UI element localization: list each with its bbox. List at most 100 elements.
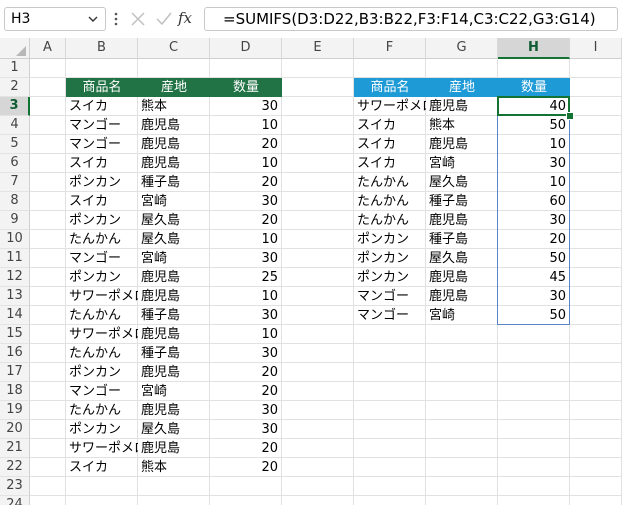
left-table-cell[interactable]: 10 (210, 154, 282, 173)
column-header-c[interactable]: C (138, 38, 210, 59)
row-header-6[interactable]: 6 (0, 154, 30, 173)
left-table-cell[interactable]: マンゴー (66, 382, 138, 401)
left-table-cell[interactable]: 20 (210, 173, 282, 192)
left-table-cell[interactable]: 屋久島 (138, 211, 210, 230)
left-table-cell[interactable]: 屋久島 (138, 230, 210, 249)
left-table-cell[interactable]: 鹿児島 (138, 363, 210, 382)
row-header-8[interactable]: 8 (0, 192, 30, 211)
left-table-cell[interactable]: ポンカン (66, 173, 138, 192)
row-header-4[interactable]: 4 (0, 116, 30, 135)
cancel-icon[interactable] (126, 7, 150, 31)
left-table-cell[interactable]: 熊本 (138, 458, 210, 477)
left-table-cell[interactable]: 30 (210, 344, 282, 363)
left-table-cell[interactable]: 熊本 (138, 97, 210, 116)
left-table-cell[interactable]: 20 (210, 458, 282, 477)
left-table-cell[interactable]: 10 (210, 116, 282, 135)
right-table-header-cell[interactable]: 産地 (426, 78, 498, 97)
column-header-i[interactable]: I (570, 38, 622, 59)
right-table-cell[interactable]: 鹿児島 (426, 97, 498, 116)
left-table-cell[interactable]: 30 (210, 249, 282, 268)
row-header-20[interactable]: 20 (0, 420, 30, 439)
left-table-cell[interactable]: マンゴー (66, 116, 138, 135)
left-table-cell[interactable]: ポンカン (66, 268, 138, 287)
right-table-cell[interactable]: 鹿児島 (426, 211, 498, 230)
left-table-cell[interactable]: 鹿児島 (138, 154, 210, 173)
left-table-cell[interactable]: 屋久島 (138, 420, 210, 439)
left-table-cell[interactable]: マンゴー (66, 135, 138, 154)
column-header-e[interactable]: E (282, 38, 354, 59)
left-table-cell[interactable]: スイカ (66, 458, 138, 477)
row-header-23[interactable]: 23 (0, 477, 30, 496)
left-table-cell[interactable]: ポンカン (66, 363, 138, 382)
left-table-cell[interactable]: スイカ (66, 192, 138, 211)
left-table-cell[interactable]: たんかん (66, 401, 138, 420)
left-table-cell[interactable]: 種子島 (138, 344, 210, 363)
row-header-17[interactable]: 17 (0, 363, 30, 382)
left-table-cell[interactable]: 30 (210, 192, 282, 211)
worksheet-grid[interactable]: ABCDEFGHI 1 2 3 4 5 6 7 8 9 10 11 12 13 14 15 16 17 18 19 2… (0, 38, 622, 505)
right-table-header-cell[interactable]: 数量 (498, 78, 570, 97)
right-table-cell[interactable]: 屋久島 (426, 249, 498, 268)
more-options-icon[interactable] (112, 10, 120, 28)
left-table-cell[interactable]: ポンカン (66, 211, 138, 230)
row-header-18[interactable]: 18 (0, 382, 30, 401)
right-table-cell[interactable]: 熊本 (426, 116, 498, 135)
left-table-cell[interactable]: 30 (210, 306, 282, 325)
left-table-header-cell[interactable]: 商品名 (66, 78, 138, 97)
right-table-cell[interactable]: たんかん (354, 173, 426, 192)
row-header-16[interactable]: 16 (0, 344, 30, 363)
left-table-cell[interactable]: スイカ (66, 97, 138, 116)
name-box[interactable]: H3 (4, 7, 106, 31)
column-header-d[interactable]: D (210, 38, 282, 59)
row-header-12[interactable]: 12 (0, 268, 30, 287)
left-table-cell[interactable]: 30 (210, 420, 282, 439)
fill-handle[interactable] (566, 112, 574, 120)
right-table-cell[interactable]: スイカ (354, 135, 426, 154)
formula-input[interactable]: =SUMIFS(D3:D22,B3:B22,F3:F14,C3:C22,G3:G… (204, 7, 618, 31)
row-header-19[interactable]: 19 (0, 401, 30, 420)
left-table-cell[interactable]: 30 (210, 401, 282, 420)
row-header-2[interactable]: 2 (0, 78, 30, 97)
left-table-cell[interactable]: ポンカン (66, 420, 138, 439)
column-header-a[interactable]: A (30, 38, 66, 59)
left-table-cell[interactable]: 鹿児島 (138, 401, 210, 420)
row-header-10[interactable]: 10 (0, 230, 30, 249)
right-table-cell[interactable]: 屋久島 (426, 173, 498, 192)
right-table-cell[interactable]: 宮崎 (426, 154, 498, 173)
left-table-cell[interactable]: サワーポメロ (66, 439, 138, 458)
row-header-14[interactable]: 14 (0, 306, 30, 325)
insert-function-icon[interactable]: fx (178, 9, 192, 27)
left-table-cell[interactable]: 25 (210, 268, 282, 287)
row-header-13[interactable]: 13 (0, 287, 30, 306)
right-table-cell[interactable]: ポンカン (354, 249, 426, 268)
left-table-cell[interactable]: サワーポメロ (66, 287, 138, 306)
left-table-cell[interactable]: 10 (210, 230, 282, 249)
row-header-24[interactable]: 24 (0, 496, 30, 505)
chevron-down-icon[interactable] (87, 13, 99, 25)
left-table-cell[interactable]: たんかん (66, 344, 138, 363)
left-table-cell[interactable]: 10 (210, 325, 282, 344)
row-header-3[interactable]: 3 (0, 97, 30, 116)
row-header-9[interactable]: 9 (0, 211, 30, 230)
left-table-cell[interactable]: 20 (210, 439, 282, 458)
left-table-cell[interactable]: 宮崎 (138, 192, 210, 211)
left-table-cell[interactable]: 鹿児島 (138, 116, 210, 135)
left-table-header-cell[interactable]: 産地 (138, 78, 210, 97)
left-table-cell[interactable]: たんかん (66, 230, 138, 249)
row-header-7[interactable]: 7 (0, 173, 30, 192)
left-table-cell[interactable]: 30 (210, 97, 282, 116)
left-table-cell[interactable]: 20 (210, 382, 282, 401)
left-table-cell[interactable]: 鹿児島 (138, 268, 210, 287)
left-table-cell[interactable]: スイカ (66, 154, 138, 173)
right-table-cell[interactable]: マンゴー (354, 306, 426, 325)
left-table-cell[interactable]: 鹿児島 (138, 325, 210, 344)
column-header-f[interactable]: F (354, 38, 426, 59)
left-table-cell[interactable]: 20 (210, 211, 282, 230)
right-table-cell[interactable]: 鹿児島 (426, 268, 498, 287)
column-header-g[interactable]: G (426, 38, 498, 59)
right-table-cell[interactable]: たんかん (354, 211, 426, 230)
right-table-cell[interactable]: 鹿児島 (426, 135, 498, 154)
column-header-b[interactable]: B (66, 38, 138, 59)
right-table-cell[interactable]: 種子島 (426, 192, 498, 211)
column-header-h[interactable]: H (498, 38, 570, 59)
